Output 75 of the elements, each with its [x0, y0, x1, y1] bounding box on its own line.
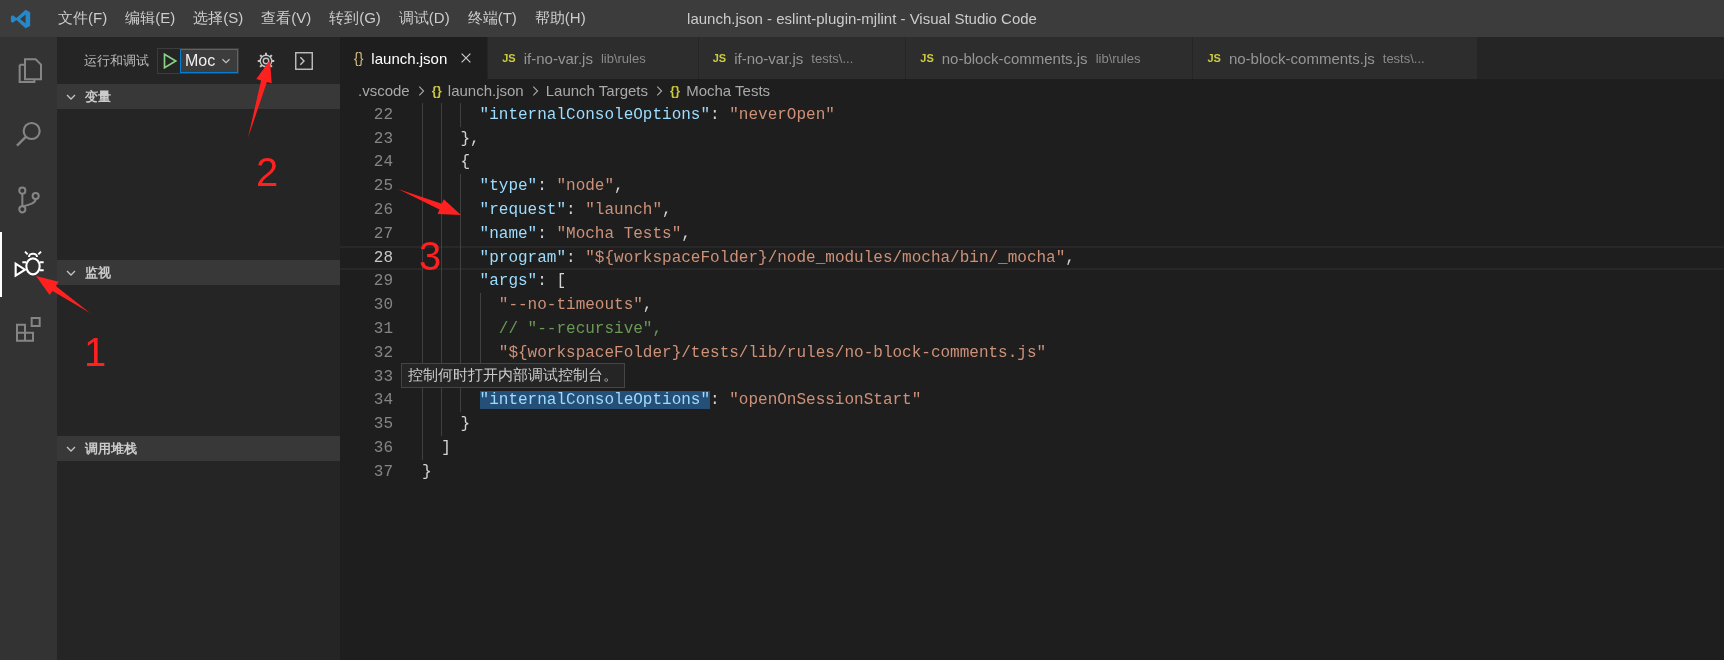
line-number: 34 — [372, 391, 393, 410]
breadcrumb-item[interactable]: launch.json — [447, 82, 524, 99]
sidebar-title: 运行和调试 — [84, 51, 149, 70]
section-title: 调用堆栈 — [85, 439, 137, 458]
tab-description: lib\rules — [1095, 50, 1141, 66]
terminal-icon[interactable] — [293, 49, 316, 72]
line-number: 33 — [372, 367, 393, 386]
code-line: } — [422, 462, 432, 481]
code-line: "type": "node", — [422, 177, 624, 196]
line-number: 35 — [372, 415, 393, 434]
json-icon: {} — [431, 83, 442, 98]
menu-item[interactable]: 转到(G) — [321, 6, 389, 31]
line-number: 24 — [372, 153, 393, 172]
code-line: "internalConsoleOptions": "openOnSessionStart" — [422, 391, 922, 410]
tab-label: if-no-var.js — [734, 49, 804, 67]
tab-description: lib\rules — [600, 50, 646, 66]
code-line: ] — [422, 439, 451, 458]
menu-item[interactable]: 编辑(E) — [117, 6, 184, 31]
tab-label: if-no-var.js — [523, 49, 593, 67]
file-icon: JS — [712, 52, 727, 64]
line-number: 37 — [372, 462, 393, 481]
line-number: 36 — [372, 439, 393, 458]
line-number: 29 — [372, 272, 393, 291]
menu-item[interactable]: 选择(S) — [185, 6, 252, 31]
code-line: "${workspaceFolder}/tests/lib/rules/no-block-comments.js" — [422, 343, 1047, 362]
file-icon: JS — [502, 52, 516, 64]
code-line: } — [422, 415, 470, 434]
editor-tab[interactable]: JS no-block-comments.js tests\... — [1193, 37, 1478, 79]
line-number: 26 — [372, 201, 393, 220]
line-number: 22 — [372, 105, 393, 124]
editor-tab[interactable]: JS if-no-var.js tests\... — [698, 37, 907, 79]
menu-item[interactable]: 调试(D) — [390, 6, 458, 31]
app-logo-icon — [10, 7, 32, 30]
section-title: 变量 — [85, 87, 111, 106]
annotation-arrow — [398, 189, 461, 215]
line-number: 28 — [372, 248, 393, 267]
breadcrumb-item[interactable]: .vscode — [358, 82, 410, 99]
annotation-number: 1 — [84, 330, 107, 374]
menu-item[interactable]: 文件(F) — [50, 6, 116, 31]
line-number: 23 — [372, 129, 393, 148]
line-number: 30 — [372, 296, 393, 315]
section-header[interactable]: 调用堆栈 — [57, 436, 340, 461]
config-dropdown[interactable]: Moc — [180, 48, 239, 73]
menu-item[interactable]: 终端(T) — [459, 6, 525, 31]
file-icon: JS — [920, 52, 934, 64]
annotation-number: 2 — [256, 150, 279, 194]
json-icon: {} — [670, 83, 681, 98]
section-header[interactable]: 变量 — [57, 84, 340, 109]
tab-description: tests\... — [811, 50, 854, 66]
editor-tab[interactable]: JS no-block-comments.js lib\rules — [906, 37, 1194, 79]
section-title: 监视 — [85, 263, 111, 282]
breadcrumb-item[interactable]: Mocha Tests — [686, 82, 771, 99]
code-line: "--no-timeouts", — [422, 296, 653, 315]
editor-tab[interactable]: {} launch.json — [340, 37, 489, 79]
code-line: { — [422, 153, 470, 172]
code-line: }, — [422, 129, 480, 148]
code-line: // "--recursive", — [422, 320, 663, 339]
line-number: 27 — [372, 224, 393, 243]
line-number: 32 — [372, 343, 393, 362]
line-number: 31 — [372, 320, 393, 339]
code-line: "internalConsoleOptions": "neverOpen" — [422, 105, 835, 124]
line-number: 25 — [372, 177, 393, 196]
hover-tooltip: 控制何时打开内部调试控制台。 — [401, 362, 625, 388]
tab-label: launch.json — [371, 49, 448, 67]
menu-item[interactable]: 查看(V) — [253, 6, 320, 31]
editor-tab[interactable]: JS if-no-var.js lib\rules — [488, 37, 699, 79]
section-header[interactable]: 监视 — [57, 260, 340, 285]
tab-label: no-block-comments.js — [1228, 49, 1375, 67]
tab-description: tests\... — [1382, 50, 1425, 66]
file-icon: JS — [1207, 52, 1221, 64]
menu-item[interactable]: 帮助(H) — [526, 6, 594, 31]
file-icon: {} — [354, 50, 364, 66]
tab-label: no-block-comments.js — [941, 49, 1088, 67]
breadcrumb-item[interactable]: Launch Targets — [545, 82, 649, 99]
window-title: launch.json - eslint-plugin-mjlint - Visual Studio Code — [687, 10, 1037, 27]
